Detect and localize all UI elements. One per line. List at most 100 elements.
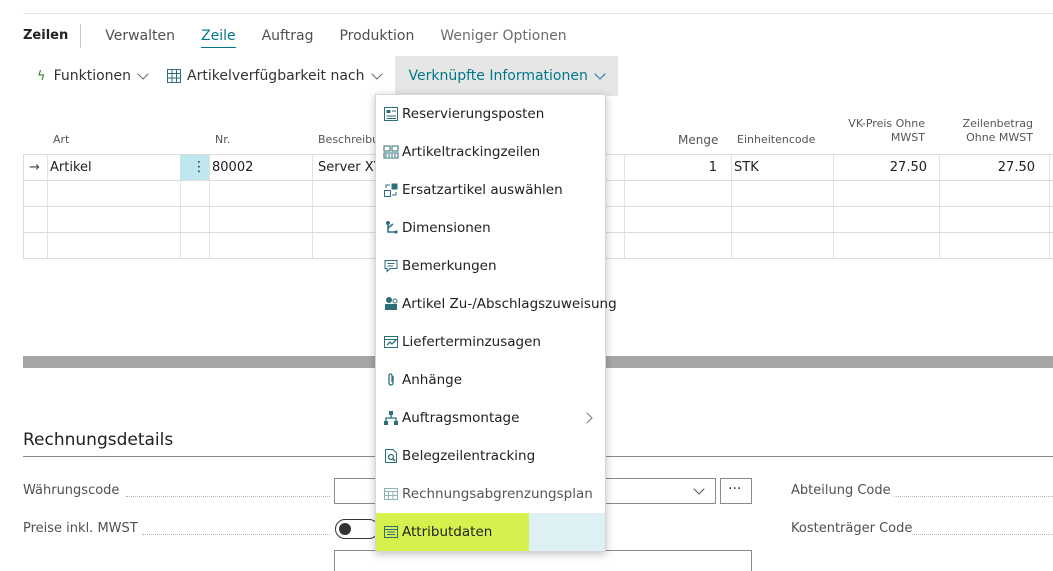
cell-divider xyxy=(833,155,834,181)
section-title-zeilen: Zeilen xyxy=(23,28,69,43)
cell-divider xyxy=(209,207,210,233)
cell-divider xyxy=(312,233,313,259)
funktionen-label: Funktionen xyxy=(53,68,132,84)
cell-divider xyxy=(47,207,48,233)
verknuepfte-informationen-button[interactable]: Verknüpfte Informationen xyxy=(394,56,618,96)
row-arrow-icon: → xyxy=(29,160,40,175)
menu-item-lieferterminzusagen[interactable]: Lieferterminzusagen xyxy=(376,323,605,361)
tab-separator xyxy=(80,24,82,48)
menu-item-label: Auftragsmontage xyxy=(402,410,520,426)
tab-produktion[interactable]: Produktion xyxy=(339,25,414,47)
substitute-icon xyxy=(383,182,399,198)
cell-divider xyxy=(833,233,834,259)
column-header-art[interactable]: Art xyxy=(53,133,69,147)
tab-auftrag[interactable]: Auftrag xyxy=(262,25,314,47)
grid-icon xyxy=(167,69,182,83)
waehrungscode-label: Währungscode xyxy=(23,483,120,498)
artikelverfuegbarkeit-label: Artikelverfügbarkeit nach xyxy=(187,68,365,84)
chevron-right-icon xyxy=(581,412,593,424)
menu-item-dimensionen[interactable]: Dimensionen xyxy=(376,209,605,247)
cell-divider xyxy=(47,233,48,259)
paperclip-icon xyxy=(383,372,399,388)
cell-menge[interactable]: 1 xyxy=(623,160,717,175)
row-actions-button[interactable]: ⋮ xyxy=(180,155,209,181)
cell-divider xyxy=(47,155,48,181)
waehrungscode-lookup-button[interactable]: ··· xyxy=(720,478,752,504)
ledger-icon xyxy=(383,106,399,122)
cell-divider xyxy=(209,233,210,259)
chevron-down-icon xyxy=(693,483,705,495)
column-header-einheitencode[interactable]: Einheitencode xyxy=(737,133,815,147)
cell-divider xyxy=(731,233,732,259)
column-header-nr[interactable]: Nr. xyxy=(215,133,230,147)
funktionen-button[interactable]: ϟ Funktionen xyxy=(23,56,161,96)
menu-item-label: Rechnungsabgrenzungsplan xyxy=(402,486,593,502)
hierarchy-icon xyxy=(383,410,399,426)
column-header-beschreibung[interactable]: Beschreibu xyxy=(318,133,379,147)
menu-item-reservierungsposten[interactable]: Reservierungsposten xyxy=(376,95,605,133)
cell-nr[interactable]: 80002 xyxy=(212,160,253,175)
tab-zeile[interactable]: Zeile xyxy=(201,25,236,48)
cell-divider xyxy=(833,181,834,207)
leader-dots xyxy=(912,533,1053,535)
tab-verwalten[interactable]: Verwalten xyxy=(105,25,175,47)
cell-divider xyxy=(1049,207,1050,233)
cell-divider xyxy=(731,155,732,181)
menu-item-label: Artikel Zu-/Abschlagszuweisung xyxy=(402,296,617,312)
menu-item-artikeltrackingzeilen[interactable]: Artikeltrackingzeilen xyxy=(376,133,605,171)
tab-weniger-optionen[interactable]: Weniger Optionen xyxy=(440,25,566,47)
cell-divider xyxy=(939,207,940,233)
menu-item-anhaenge[interactable]: Anhänge xyxy=(376,361,605,399)
menu-item-auftragsmontage[interactable]: Auftragsmontage xyxy=(376,399,605,437)
cell-divider xyxy=(312,155,313,181)
cell-divider xyxy=(939,233,940,259)
top-divider xyxy=(23,13,1053,14)
dimensions-icon xyxy=(383,220,399,236)
cell-divider xyxy=(624,207,625,233)
menu-item-label: Artikeltrackingzeilen xyxy=(402,144,541,160)
tracking-icon xyxy=(383,144,399,160)
cell-divider xyxy=(180,181,181,207)
leader-dots xyxy=(894,495,1053,497)
menu-item-label: Belegzeilentracking xyxy=(402,448,536,464)
cell-divider xyxy=(209,155,210,181)
cell-divider xyxy=(47,181,48,207)
preise-inkl-mwst-toggle[interactable] xyxy=(335,519,379,539)
menu-item-label: Ersatzartikel auswählen xyxy=(402,182,563,198)
cell-art[interactable]: Artikel xyxy=(50,160,92,175)
comment-icon xyxy=(383,258,399,274)
menu-item-label: Reservierungsposten xyxy=(402,106,545,122)
menu-item-belegzeilentracking[interactable]: Belegzeilentracking xyxy=(376,437,605,475)
cell-einheitencode[interactable]: STK xyxy=(734,160,759,175)
menu-item-attributdaten[interactable]: Attributdaten xyxy=(376,513,605,551)
cell-divider xyxy=(312,207,313,233)
cell-divider xyxy=(624,233,625,259)
attribute-icon xyxy=(383,524,399,540)
kostentraeger-code-label: Kostenträger Code xyxy=(791,521,913,536)
section-title-rechnungsdetails[interactable]: Rechnungsdetails xyxy=(23,430,173,450)
menu-item-bemerkungen[interactable]: Bemerkungen xyxy=(376,247,605,285)
cell-vkpreis[interactable]: 27.50 xyxy=(835,160,927,175)
column-header-zeilenbetrag[interactable]: Zeilenbetrag Ohne MWST xyxy=(943,117,1033,145)
cell-divider xyxy=(209,181,210,207)
cell-divider xyxy=(833,207,834,233)
preise-inkl-mwst-label: Preise inkl. MWST xyxy=(23,521,138,536)
menu-item-label: Dimensionen xyxy=(402,220,491,236)
grid-left-border xyxy=(23,154,24,258)
zeilenbetrag-header-line2: Ohne MWST xyxy=(966,131,1033,144)
cell-divider xyxy=(180,207,181,233)
menu-item-ersatzartikel[interactable]: Ersatzartikel auswählen xyxy=(376,171,605,209)
verknuepfte-informationen-menu: Reservierungsposten Artikeltrackingzeile… xyxy=(375,94,617,552)
lines-tabbar: Zeilen Verwalten Zeile Auftrag Produktio… xyxy=(23,24,593,48)
vertical-ellipsis-icon: ⋮ xyxy=(192,159,206,175)
calendar-promise-icon xyxy=(383,334,399,350)
column-header-vkpreis[interactable]: VK-Preis Ohne MWST xyxy=(835,117,925,145)
cell-beschreibung[interactable]: Server XY xyxy=(318,160,382,175)
cell-zeilenbetrag[interactable]: 27.50 xyxy=(941,160,1035,175)
column-header-menge[interactable]: Menge xyxy=(678,133,718,147)
charge-icon xyxy=(383,296,399,312)
menu-item-zu-abschlagszuweisung[interactable]: Artikel Zu-/Abschlagszuweisung xyxy=(376,285,617,323)
cell-divider xyxy=(731,207,732,233)
menu-item-rechnungsabgrenzungsplan[interactable]: Rechnungsabgrenzungsplan xyxy=(376,475,605,513)
artikelverfuegbarkeit-button[interactable]: Artikelverfügbarkeit nach xyxy=(161,56,394,96)
